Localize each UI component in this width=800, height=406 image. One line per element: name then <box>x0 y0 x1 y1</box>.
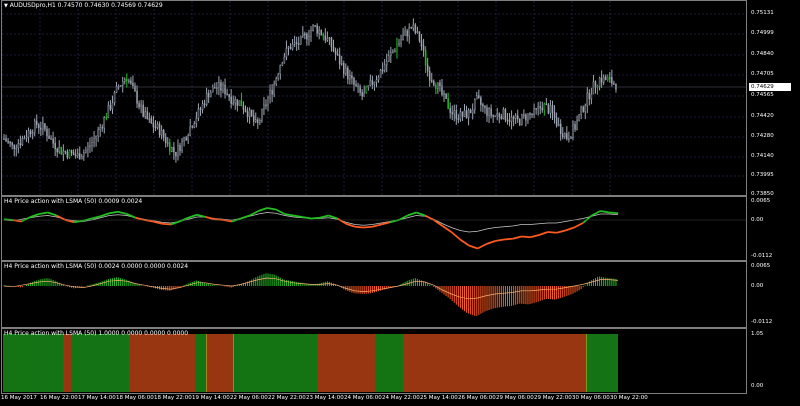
price-tick: 0.74420 <box>751 113 774 119</box>
indicator1-title: H4 Price action with LSMA (50) 0.0009 0.… <box>4 198 143 205</box>
price-tick: 0.74280 <box>751 133 774 139</box>
ind3-tick: 0.00 <box>751 383 764 389</box>
time-label: 19 May 14:00 <box>192 395 230 401</box>
indicator1-panel[interactable] <box>1 196 747 261</box>
symbol-quote: AUDUSDpro,H1 0.74570 0.74630 0.74569 0.7… <box>9 2 163 9</box>
indicator3-title: H4 Price action with LSMA (50) 1.0000 0.… <box>4 330 189 337</box>
time-label: 17 May 14:00 <box>78 395 116 401</box>
price-tick: 0.73850 <box>751 191 774 197</box>
main-chart-title: ▼ AUDUSDpro,H1 0.74570 0.74630 0.74569 0… <box>4 2 163 9</box>
time-label: 24 May 06:00 <box>344 395 382 401</box>
time-label: 23 May 14:00 <box>306 395 344 401</box>
time-label: 29 May 22:00 <box>534 395 572 401</box>
ind1-tick: 0.00 <box>751 217 764 223</box>
collapse-triangle-icon[interactable]: ▼ <box>4 3 8 9</box>
time-label: 25 May 14:00 <box>420 395 458 401</box>
time-label: 16 May 2017 <box>1 395 37 401</box>
indicator3-panel[interactable] <box>1 328 747 394</box>
time-label: 30 May 06:00 <box>572 395 610 401</box>
ind3-tick: 1.05 <box>751 331 764 337</box>
price-tick: 0.74705 <box>751 71 774 77</box>
ind2-tick: 0.0065 <box>751 263 771 269</box>
price-tick: 0.74999 <box>751 30 774 36</box>
time-label: 30 May 22:00 <box>610 395 648 401</box>
time-label: 22 May 22:00 <box>268 395 306 401</box>
time-label: 22 May 06:00 <box>230 395 268 401</box>
main-chart-panel[interactable] <box>1 0 747 196</box>
ind2-tick: -0.0112 <box>751 319 773 325</box>
indicator2-title: H4 Price action with LSMA (50) 0.0024 0.… <box>4 263 189 270</box>
ind1-tick: -0.0112 <box>751 253 773 259</box>
ind1-tick: 0.0065 <box>751 198 771 204</box>
time-label: 24 May 22:00 <box>382 395 420 401</box>
time-label: 29 May 06:00 <box>496 395 534 401</box>
ind2-tick: 0.00 <box>751 283 764 289</box>
price-tick: 0.75131 <box>751 10 774 16</box>
time-label: 26 May 06:00 <box>458 395 496 401</box>
price-tick: 0.74840 <box>751 51 774 57</box>
price-tick: 0.74565 <box>751 92 774 98</box>
time-label: 16 May 22:00 <box>40 395 78 401</box>
indicator2-panel[interactable] <box>1 261 747 328</box>
price-tick: 0.74140 <box>751 153 774 159</box>
time-label: 18 May 22:00 <box>154 395 192 401</box>
price-tick: 0.73995 <box>751 172 774 178</box>
current-price-label: 0.74629 <box>749 83 791 91</box>
time-label: 18 May 06:00 <box>116 395 154 401</box>
